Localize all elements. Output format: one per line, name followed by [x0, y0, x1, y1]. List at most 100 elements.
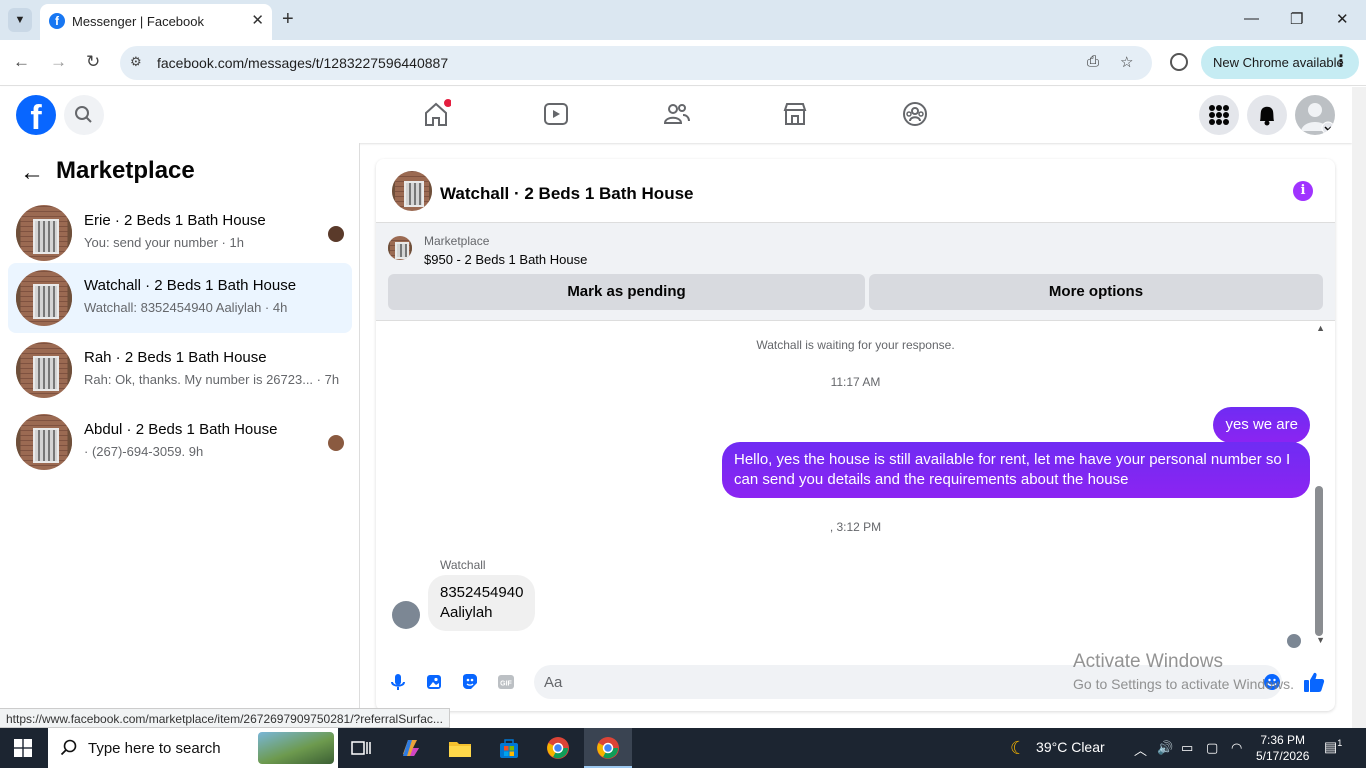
tab-search-button[interactable]: ▼: [8, 8, 32, 32]
facebook-favicon-icon: f: [49, 13, 65, 29]
battery-icon[interactable]: ▭: [1181, 740, 1193, 756]
listing-mini-thumbnail: [388, 236, 412, 260]
search-icon: [75, 106, 92, 123]
info-icon[interactable]: i: [1293, 181, 1313, 201]
notification-center-icon[interactable]: ▤1: [1324, 738, 1342, 756]
facebook-logo[interactable]: f: [16, 95, 56, 137]
listing-thumbnail: [16, 414, 72, 470]
scroll-down-arrow-icon[interactable]: ▼: [1316, 635, 1325, 645]
listing-thumbnail: [16, 205, 72, 261]
search-icon: [60, 739, 77, 756]
sticker-icon[interactable]: [460, 672, 480, 692]
conversation-snippet: Watchall: 8352454940 Aaliylah · 4h: [84, 300, 288, 315]
browser-tab[interactable]: f Messenger | Facebook ✕: [40, 4, 272, 40]
outgoing-message[interactable]: Hello, yes the house is still available …: [722, 442, 1310, 498]
moon-icon: ☾: [1010, 738, 1027, 758]
facebook-header: f: [0, 87, 1352, 143]
taskbar-search-box[interactable]: Type here to search: [48, 728, 338, 768]
windows-start-icon[interactable]: [14, 739, 32, 757]
photo-icon[interactable]: [424, 672, 444, 692]
profile-icon[interactable]: [1170, 53, 1188, 71]
page-scrollbar[interactable]: [1352, 87, 1366, 728]
address-bar[interactable]: ⚙ facebook.com/messages/t/12832275964408…: [120, 46, 1152, 80]
bookmark-star-icon[interactable]: ☆: [1120, 53, 1133, 71]
home-icon[interactable]: [421, 99, 451, 129]
outgoing-message[interactable]: yes we are: [1213, 407, 1310, 443]
conversation-item[interactable]: Abdul · 2 Beds 1 Bath House · (267)-694-…: [8, 407, 352, 477]
timestamp: 11:17 AM: [830, 375, 881, 389]
gif-icon[interactable]: GIF: [496, 672, 516, 692]
conversation-name: Erie · 2 Beds 1 Bath House: [84, 212, 266, 229]
chat-panel: Watchall · 2 Beds 1 Bath House i Marketp…: [376, 159, 1335, 711]
browser-tab-strip: ▼ f Messenger | Facebook ✕ + — ❐ ✕: [0, 0, 1366, 40]
incoming-message[interactable]: 8352454940 Aaliylah: [428, 575, 536, 631]
clock-date: 5/17/2026: [1256, 749, 1310, 763]
groups-icon[interactable]: [900, 99, 930, 129]
friends-icon[interactable]: [661, 99, 691, 129]
message-list: Watchall is waiting for your response. 1…: [376, 321, 1335, 651]
notifications-button[interactable]: [1247, 95, 1287, 135]
read-receipt-avatar: [328, 435, 344, 451]
back-button[interactable]: ←: [13, 52, 30, 72]
site-info-icon[interactable]: ⚙: [130, 54, 142, 70]
active-chrome-taskbar-button[interactable]: [584, 728, 632, 768]
install-app-icon[interactable]: ⎙: [1087, 53, 1099, 70]
wifi-icon[interactable]: ◠: [1231, 740, 1242, 756]
device-icon[interactable]: ▢: [1206, 740, 1218, 756]
chat-title[interactable]: Watchall · 2 Beds 1 Bath House: [440, 184, 693, 204]
listing-title[interactable]: $950 - 2 Beds 1 Bath House: [424, 252, 587, 267]
microsoft-store-icon[interactable]: [495, 734, 523, 762]
taskbar-search-placeholder: Type here to search: [88, 740, 221, 757]
like-thumbs-up-icon[interactable]: [1302, 670, 1326, 694]
watermark-line2: Go to Settings to activate Windows.: [1073, 676, 1294, 692]
video-icon[interactable]: [541, 99, 571, 129]
restore-window-button[interactable]: ❐: [1290, 10, 1303, 28]
file-explorer-icon[interactable]: [446, 734, 474, 762]
back-arrow-icon[interactable]: ←: [20, 159, 44, 187]
microphone-icon[interactable]: [388, 672, 408, 692]
conversation-snippet: · (267)-694-3059. 9h: [84, 444, 204, 459]
sender-name: Watchall: [440, 558, 486, 572]
waiting-notice: Watchall is waiting for your response.: [756, 338, 955, 352]
search-button[interactable]: [64, 95, 104, 135]
grid-menu-icon: [1209, 105, 1229, 125]
marketplace-icon[interactable]: [780, 99, 810, 129]
conversation-item[interactable]: Rah · 2 Beds 1 Bath House Rah: Ok, thank…: [8, 335, 352, 405]
seen-receipt-avatar: [1287, 634, 1301, 648]
menu-dots-icon[interactable]: ⋮: [1333, 51, 1349, 71]
account-avatar[interactable]: [1295, 95, 1335, 135]
weather-text: 39°C Clear: [1036, 739, 1105, 755]
chevron-up-icon[interactable]: ︿: [1134, 740, 1147, 759]
conversation-name: Rah · 2 Beds 1 Bath House: [84, 349, 267, 366]
bell-icon: [1260, 106, 1274, 126]
copilot-icon[interactable]: [397, 734, 425, 762]
message-scrollbar[interactable]: [1315, 486, 1323, 636]
conversation-sidebar: ← Marketplace Erie · 2 Beds 1 Bath House…: [0, 143, 360, 728]
conversation-item-active[interactable]: Watchall · 2 Beds 1 Bath House Watchall:…: [8, 263, 352, 333]
weather-widget[interactable]: ☾ 39°C Clear: [1010, 738, 1105, 759]
minimize-window-button[interactable]: —: [1244, 10, 1259, 27]
windows-taskbar: Type here to search ☾ 39°C Clear ︿ 🔊 ▭ ▢…: [0, 728, 1366, 768]
sender-avatar[interactable]: [392, 601, 420, 629]
chrome-icon[interactable]: [544, 734, 572, 762]
url-text[interactable]: facebook.com/messages/t/1283227596440887: [157, 55, 448, 71]
chrome-update-button[interactable]: New Chrome available ⋮: [1201, 46, 1359, 79]
menu-button[interactable]: [1199, 95, 1239, 135]
conversation-item[interactable]: Erie · 2 Beds 1 Bath House You: send you…: [8, 198, 352, 268]
new-tab-button[interactable]: +: [282, 8, 294, 30]
reload-button[interactable]: ↻: [86, 52, 100, 72]
volume-icon[interactable]: 🔊: [1157, 740, 1173, 756]
svg-text:GIF: GIF: [500, 681, 512, 688]
tab-title: Messenger | Facebook: [72, 14, 204, 29]
default-avatar-icon: [1301, 103, 1335, 135]
task-view-icon[interactable]: [347, 734, 375, 762]
chat-listing-thumbnail[interactable]: [392, 171, 432, 211]
close-window-button[interactable]: ✕: [1336, 10, 1349, 28]
scroll-up-arrow-icon[interactable]: ▲: [1316, 323, 1325, 333]
activate-windows-watermark: Activate Windows Go to Settings to activ…: [1073, 651, 1294, 692]
mark-as-pending-button[interactable]: Mark as pending: [388, 274, 865, 310]
more-options-button[interactable]: More options: [869, 274, 1323, 310]
tab-close-icon[interactable]: ✕: [251, 11, 264, 29]
forward-button[interactable]: →: [50, 52, 67, 72]
system-clock[interactable]: 7:36 PM 5/17/2026: [1256, 732, 1309, 764]
